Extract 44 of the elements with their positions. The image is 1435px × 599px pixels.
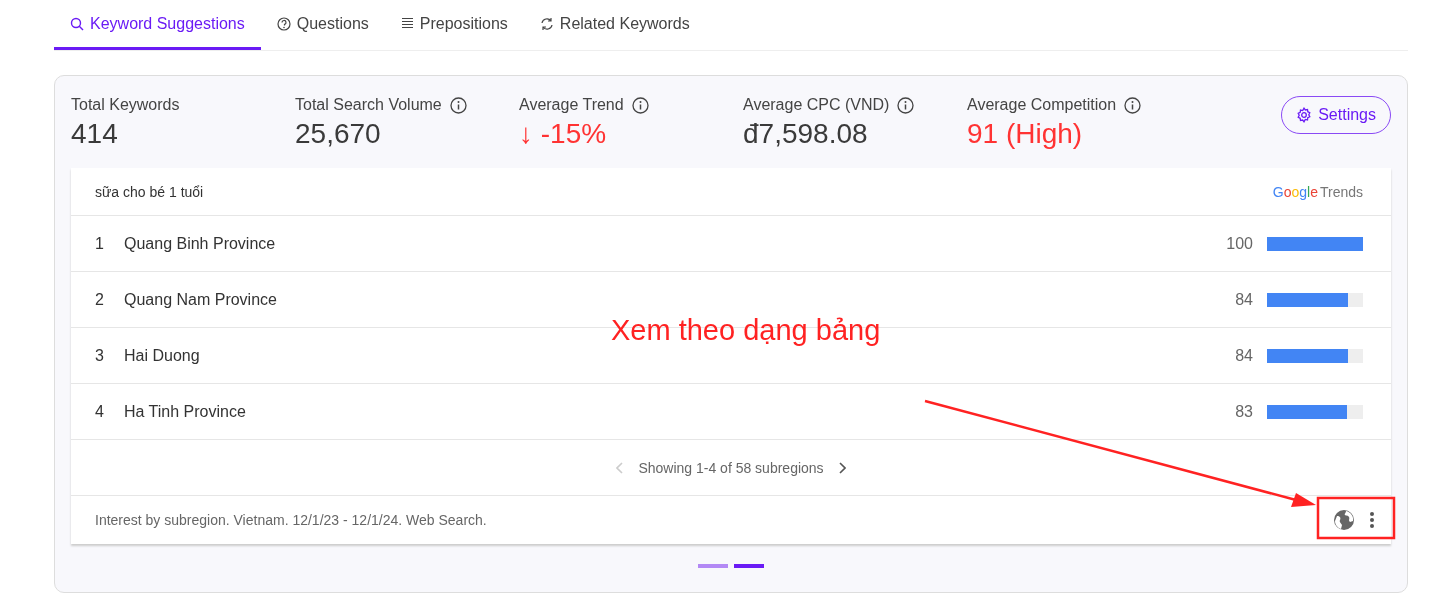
tab[interactable]: Keyword Suggestions bbox=[54, 0, 261, 50]
stat-label: Total Keywords bbox=[71, 96, 180, 114]
stat-label: Average Competition bbox=[967, 96, 1117, 114]
tab[interactable]: Related Keywords bbox=[523, 0, 706, 50]
interest-value: 84 bbox=[1235, 346, 1253, 365]
tab[interactable]: Prepositions bbox=[384, 0, 524, 50]
interest-value: 100 bbox=[1226, 234, 1253, 253]
stat-label: Total Search Volume bbox=[295, 96, 442, 114]
stat-value: 25,670 bbox=[295, 118, 382, 150]
stat-value: 91 (High) bbox=[967, 118, 1084, 150]
globe-icon[interactable] bbox=[1333, 509, 1355, 531]
rank-number: 2 bbox=[95, 290, 105, 309]
annotation-text: Xem theo dạng bảng bbox=[611, 314, 881, 347]
info-icon[interactable] bbox=[449, 96, 467, 114]
next-icon[interactable] bbox=[837, 461, 846, 474]
settings-icon bbox=[1296, 107, 1313, 123]
region-name: Quang Nam Province bbox=[124, 290, 278, 309]
product-name: Trends bbox=[1319, 183, 1363, 200]
rank-number: 3 bbox=[95, 346, 105, 365]
more-icon[interactable] bbox=[1369, 511, 1375, 529]
rank-number: 4 bbox=[95, 402, 105, 421]
question-icon bbox=[276, 16, 291, 31]
list-icon bbox=[400, 17, 414, 30]
search-icon bbox=[70, 16, 84, 31]
refresh-icon bbox=[539, 16, 554, 31]
info-icon[interactable] bbox=[631, 96, 649, 114]
info-icon[interactable] bbox=[897, 96, 915, 114]
tab[interactable]: Questions bbox=[260, 0, 385, 50]
stat-label: Average CPC (VND) bbox=[743, 96, 890, 114]
stat-value: ↓ -15% bbox=[519, 118, 608, 150]
region-name: Hai Duong bbox=[124, 346, 201, 365]
stat-value: 414 bbox=[71, 118, 119, 150]
interest-value: 83 bbox=[1235, 402, 1253, 421]
stat-label: Average Trend bbox=[519, 96, 624, 114]
footer-text: Interest by subregion. Vietnam. 12/1/23 - 12/1/24. Web Search. bbox=[95, 512, 487, 528]
rank-number: 1 bbox=[95, 234, 105, 253]
region-name: Ha Tinh Province bbox=[124, 402, 247, 421]
query-text: sữa cho bé 1 tuổi bbox=[95, 183, 204, 200]
info-icon[interactable] bbox=[1124, 96, 1142, 114]
interest-value: 84 bbox=[1235, 290, 1253, 309]
pagination-text: Showing 1-4 of 58 subregions bbox=[638, 459, 824, 476]
brand-logo: Google bbox=[1272, 183, 1318, 200]
region-name: Quang Binh Province bbox=[124, 234, 277, 253]
stat-value: đ7,598.08 bbox=[743, 118, 869, 150]
